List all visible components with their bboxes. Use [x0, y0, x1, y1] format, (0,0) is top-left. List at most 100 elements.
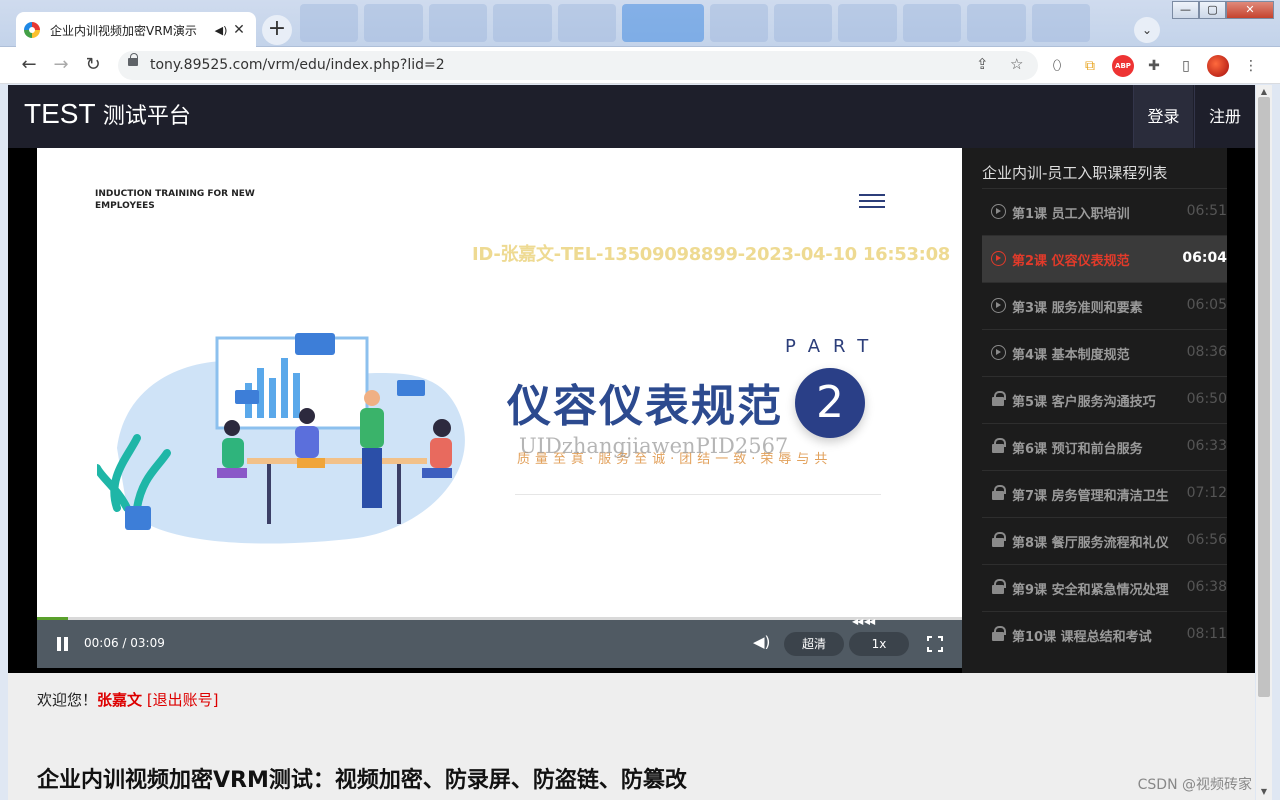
- tab-search-button[interactable]: ⌄: [1134, 17, 1160, 43]
- extension-shield-icon[interactable]: ⬯: [1046, 55, 1068, 77]
- background-tab[interactable]: [838, 4, 897, 42]
- lesson-duration: 07:12: [1186, 485, 1227, 501]
- scrollbar-thumb[interactable]: [1258, 97, 1270, 697]
- lesson-duration: 06:50: [1186, 391, 1227, 407]
- playlist-item-2[interactable]: 第2课 仪容仪表规范 06:04: [982, 235, 1227, 282]
- video-frame[interactable]: INDUCTION TRAINING FOR NEW EMPLOYEES ID-…: [37, 148, 962, 668]
- tab-title: 企业内训视频加密VRM演示: [50, 23, 197, 38]
- maximize-button[interactable]: ▢: [1199, 1, 1226, 19]
- welcome-text: 欢迎您！: [37, 691, 98, 709]
- side-panel-icon[interactable]: ▯: [1175, 55, 1197, 77]
- welcome-line: 欢迎您！张嘉文 [退出账号]: [37, 689, 219, 710]
- playlist-items: 第1课 员工入职培训 06:51 第2课 仪容仪表规范 06:04 第3课 服务准则…: [982, 188, 1227, 658]
- lesson-duration: 08:11: [1186, 626, 1227, 642]
- scroll-down-icon[interactable]: ▼: [1256, 787, 1272, 796]
- forward-arrow-icon[interactable]: →: [48, 52, 74, 78]
- user-watermark-top: ID-张嘉文-TEL-13509098899-2023-04-10 16:53:…: [472, 244, 951, 265]
- background-tab[interactable]: [709, 4, 769, 42]
- window-controls: — ▢ ✕: [1172, 1, 1274, 19]
- lesson-name: 第5课 客户服务沟通技巧: [1012, 395, 1156, 410]
- address-bar[interactable]: tony.89525.com/vrm/edu/index.php?lid=2 ⇪…: [118, 51, 1038, 80]
- slide-title: 仪容仪表规范: [507, 381, 783, 432]
- playlist-item-9[interactable]: 第9课 安全和紧急情况处理 06:38: [982, 564, 1227, 611]
- background-tab[interactable]: [967, 4, 1026, 42]
- close-window-button[interactable]: ✕: [1226, 1, 1274, 19]
- quality-selector[interactable]: 超清: [784, 632, 844, 656]
- playlist-item-5[interactable]: 第5课 客户服务沟通技巧 06:50: [982, 376, 1227, 423]
- browser-toolbar: ← → ↻ tony.89525.com/vrm/edu/index.php?l…: [0, 47, 1280, 84]
- lesson-name: 第2课 仪容仪表规范: [1012, 254, 1130, 269]
- lesson-name: 第7课 房务管理和清洁卫生: [1012, 489, 1169, 504]
- play-circle-icon: [991, 204, 1006, 219]
- playlist-item-8[interactable]: 第8课 餐厅服务流程和礼仪 06:56: [982, 517, 1227, 564]
- reload-icon[interactable]: ↻: [80, 52, 106, 78]
- share-icon[interactable]: ⇪: [976, 55, 989, 73]
- playlist-item-4[interactable]: 第4课 基本制度规范 08:36: [982, 329, 1227, 376]
- lock-icon: [992, 579, 1006, 594]
- play-circle-icon: [991, 345, 1006, 360]
- lock-icon: [992, 532, 1006, 547]
- register-button[interactable]: 注册: [1194, 85, 1255, 148]
- profile-avatar[interactable]: [1207, 55, 1229, 77]
- playlist-item-1[interactable]: 第1课 员工入职培训 06:51: [982, 188, 1227, 235]
- playlist-item-3[interactable]: 第3课 服务准则和要素 06:05: [982, 282, 1227, 329]
- new-tab-button[interactable]: +: [262, 15, 292, 45]
- speed-selector[interactable]: 1x: [849, 632, 909, 656]
- lock-icon[interactable]: [128, 53, 138, 66]
- background-tab[interactable]: [902, 4, 962, 42]
- lesson-duration: 06:51: [1186, 203, 1227, 219]
- lesson-duration: 06:04: [1182, 250, 1227, 266]
- playlist-item-10[interactable]: 第10课 课程总结和考试 08:11: [982, 611, 1227, 658]
- extension-copy-icon[interactable]: ⧉: [1079, 55, 1101, 77]
- browser-tabbar: 企业内训视频加密VRM演示 ◀) ✕ + ⌄ — ▢ ✕: [0, 0, 1280, 48]
- site-header: TEST 测试平台 登录 注册: [8, 85, 1255, 148]
- part-label: PART: [785, 336, 882, 357]
- page-scrollbar[interactable]: ▲ ▼: [1256, 85, 1272, 800]
- background-tabs: [300, 4, 1091, 42]
- logout-link[interactable]: [退出账号]: [147, 691, 219, 709]
- playlist-item-7[interactable]: 第7课 房务管理和清洁卫生 07:12: [982, 470, 1227, 517]
- lesson-name: 第8课 餐厅服务流程和礼仪: [1012, 536, 1169, 551]
- lesson-duration: 06:33: [1186, 438, 1227, 454]
- lesson-name: 第3课 服务准则和要素: [1012, 301, 1143, 316]
- background-tab[interactable]: [300, 4, 359, 42]
- back-arrow-icon[interactable]: ←: [16, 52, 42, 78]
- volume-icon[interactable]: ◀): [753, 633, 770, 651]
- background-tab[interactable]: [364, 4, 423, 42]
- extensions-puzzle-icon[interactable]: ✚: [1143, 55, 1165, 77]
- background-tab[interactable]: [493, 4, 552, 42]
- bookmark-star-icon[interactable]: ☆: [1010, 55, 1023, 73]
- skip-indicator-icon: ◀◀ ◀◀: [852, 617, 875, 626]
- background-tab[interactable]: [621, 4, 704, 42]
- background-tab[interactable]: [428, 4, 488, 42]
- lesson-duration: 06:38: [1186, 579, 1227, 595]
- player-area: INDUCTION TRAINING FOR NEW EMPLOYEES ID-…: [8, 148, 1255, 673]
- menu-kebab-icon[interactable]: ⋮: [1240, 55, 1262, 77]
- pause-icon[interactable]: [56, 637, 70, 651]
- lock-icon: [992, 485, 1006, 500]
- lesson-duration: 06:56: [1186, 532, 1227, 548]
- background-tab[interactable]: [774, 4, 833, 42]
- team-meeting-illustration: [97, 333, 465, 544]
- close-tab-icon[interactable]: ✕: [230, 22, 248, 38]
- play-circle-icon: [991, 251, 1006, 266]
- scroll-up-icon[interactable]: ▲: [1256, 87, 1272, 96]
- background-tab[interactable]: [557, 4, 616, 42]
- url-text[interactable]: tony.89525.com/vrm/edu/index.php?lid=2: [150, 57, 445, 73]
- audio-playing-icon[interactable]: ◀): [212, 24, 230, 37]
- playlist-item-6[interactable]: 第6课 预订和前台服务 06:33: [982, 423, 1227, 470]
- minimize-button[interactable]: —: [1172, 1, 1199, 19]
- background-tab[interactable]: [1031, 4, 1091, 42]
- course-playlist: 企业内训-员工入职课程列表 第1课 员工入职培训 06:51 第2课 仪容仪表规范…: [962, 148, 1227, 673]
- lock-icon: [992, 626, 1006, 641]
- site-logo[interactable]: TEST 测试平台: [24, 98, 191, 130]
- active-tab[interactable]: 企业内训视频加密VRM演示 ◀) ✕: [16, 12, 256, 48]
- player-controls: ◀◀ ◀◀ 00:06 / 03:09 ◀) 超清 1x: [37, 617, 962, 668]
- fullscreen-icon[interactable]: [927, 636, 943, 652]
- login-button[interactable]: 登录: [1133, 85, 1193, 148]
- slide-divider: [515, 494, 881, 495]
- lesson-name: 第4课 基本制度规范: [1012, 348, 1130, 363]
- logo-sub: 测试平台: [102, 103, 191, 128]
- lesson-duration: 06:05: [1186, 297, 1227, 313]
- adblock-plus-icon[interactable]: ABP: [1112, 55, 1134, 77]
